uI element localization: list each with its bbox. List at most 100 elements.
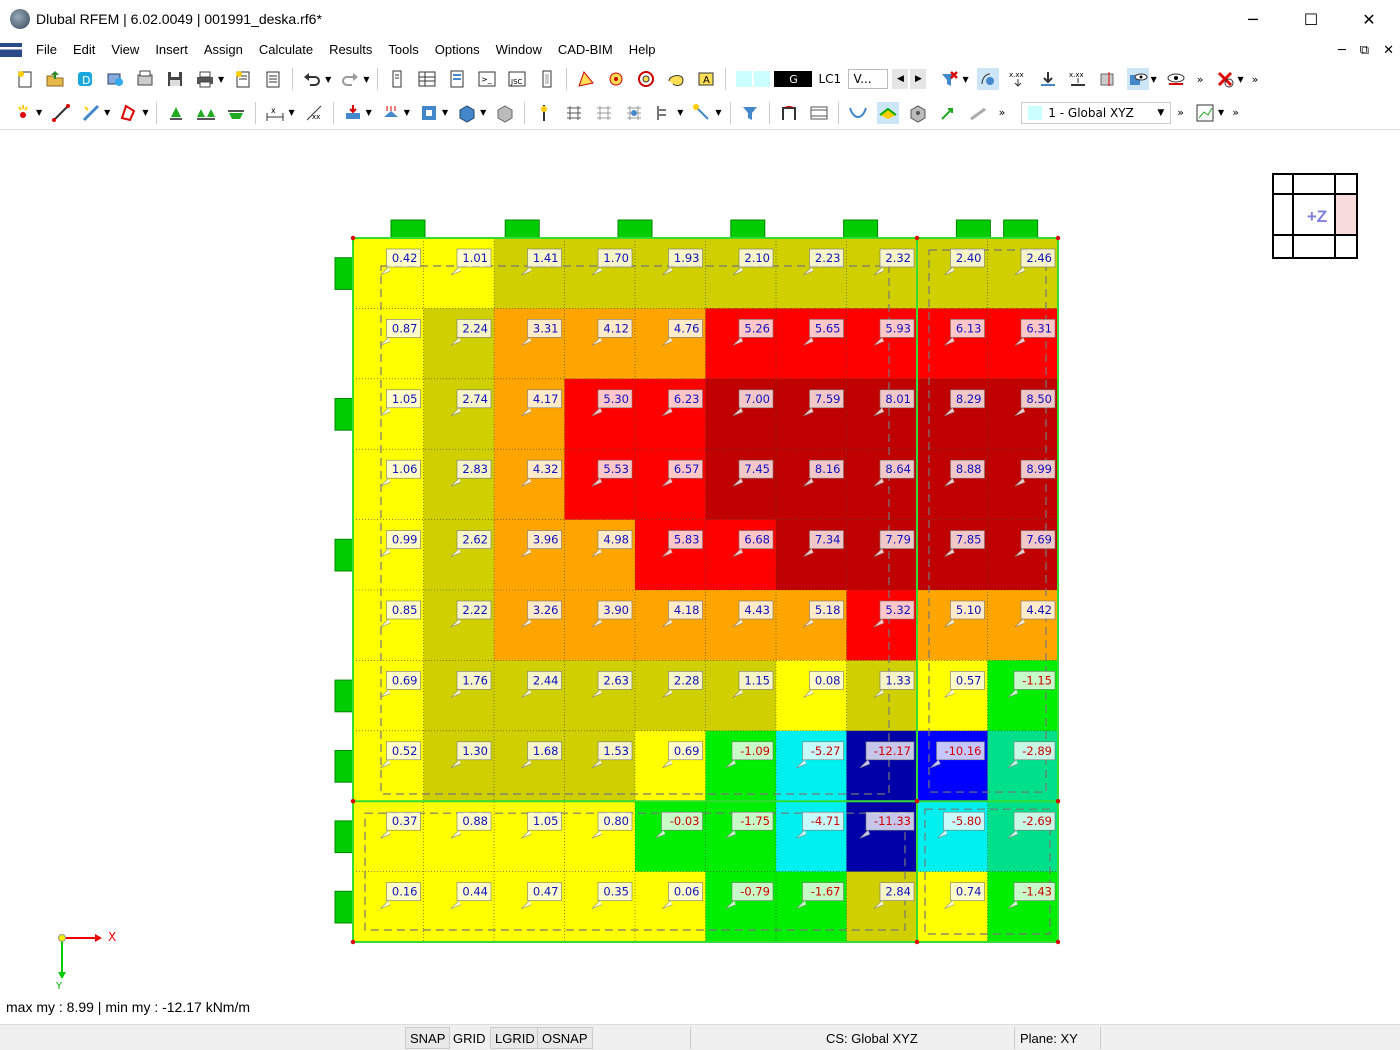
menu-help[interactable]: Help (621, 38, 664, 62)
surface-support-icon[interactable] (225, 102, 247, 124)
guide-object-icon[interactable] (533, 102, 555, 124)
close-button[interactable]: ✕ (1340, 0, 1398, 38)
load-case-combo[interactable]: V... (848, 69, 889, 89)
save-icon[interactable] (164, 68, 186, 90)
new-member-icon[interactable] (80, 102, 102, 124)
show-results-icon[interactable] (976, 68, 999, 90)
snap-toggle[interactable]: SNAP (405, 1027, 451, 1049)
result-values-icon[interactable]: x.xx (1007, 68, 1029, 90)
load-case-name[interactable]: LC1 (818, 72, 848, 86)
results-dropdown-icon[interactable]: ▼ (962, 75, 968, 84)
menu-calculate[interactable]: Calculate (251, 38, 321, 62)
opening-icon[interactable] (418, 102, 440, 124)
member-load-dropdown-icon[interactable]: ▼ (404, 108, 410, 117)
menu-options[interactable]: Options (427, 38, 488, 62)
lgrid-toggle[interactable]: LGRID (490, 1027, 540, 1049)
osnap-toggle[interactable]: OSNAP (537, 1027, 593, 1049)
clear-results-dropdown-icon[interactable]: ▼ (1238, 75, 1244, 84)
menu-view[interactable]: View (103, 38, 147, 62)
surface-results-icon[interactable] (876, 101, 899, 124)
filter-icon[interactable] (739, 102, 761, 124)
report-icon[interactable] (262, 68, 284, 90)
reaction-values-icon[interactable]: x.xx (1067, 68, 1089, 90)
print-report-icon[interactable] (232, 68, 254, 90)
panel-icon[interactable] (536, 68, 558, 90)
print-icon[interactable] (194, 68, 216, 90)
redo-icon[interactable] (339, 68, 361, 90)
select-circle-icon[interactable] (605, 68, 627, 90)
undo-dropdown-icon[interactable]: ▼ (325, 75, 331, 84)
open-icon[interactable] (44, 68, 66, 90)
tree-icon[interactable] (653, 102, 675, 124)
graph-dropdown-icon[interactable]: ▼ (1218, 108, 1224, 117)
undo-icon[interactable] (301, 68, 323, 90)
member-dropdown-icon[interactable]: ▼ (104, 108, 110, 117)
menu-tools[interactable]: Tools (380, 38, 426, 62)
doc-restore-button[interactable]: ⧉ (1360, 43, 1369, 58)
script-icon[interactable]: JSC (506, 68, 528, 90)
maximize-button[interactable]: ☐ (1282, 0, 1340, 38)
object-snap-icon[interactable] (691, 102, 713, 124)
polyline-dropdown-icon[interactable]: ▼ (142, 108, 148, 117)
solid-icon[interactable] (456, 102, 478, 124)
minimize-button[interactable]: ─ (1224, 0, 1282, 38)
member-load-icon[interactable] (380, 102, 402, 124)
result-diagram-icon[interactable] (967, 102, 989, 124)
line-support-icon[interactable] (195, 102, 217, 124)
nodal-support-icon[interactable] (165, 102, 187, 124)
select-freehand-icon[interactable] (665, 68, 687, 90)
tables-icon[interactable] (416, 68, 438, 90)
view-display-icon[interactable] (1126, 68, 1149, 90)
menu-results[interactable]: Results (321, 38, 380, 62)
menu-assign[interactable]: Assign (196, 38, 251, 62)
grid-toggle[interactable]: GRID (453, 1027, 486, 1049)
model-viewport[interactable]: 0.42 1.01 1.41 1.70 1.93 2.10 2.23 2.32 2.40 2.46… (0, 131, 1400, 1022)
block-icon[interactable] (494, 102, 516, 124)
toolbar2-overflow-2-icon[interactable]: » (1177, 106, 1184, 119)
print-dropdown-icon[interactable]: ▼ (218, 75, 224, 84)
grid-icon[interactable] (563, 102, 585, 124)
menu-file[interactable]: File (28, 38, 65, 62)
grid-2-icon[interactable] (593, 102, 615, 124)
visibility-icon[interactable] (1165, 68, 1187, 90)
dlubal-center-icon[interactable]: D (74, 68, 96, 90)
select-polygon-icon[interactable] (575, 68, 597, 90)
properties-icon[interactable] (446, 68, 468, 90)
menu-edit[interactable]: Edit (65, 38, 103, 62)
grid-3-icon[interactable] (623, 102, 645, 124)
snap-dropdown-icon[interactable]: ▼ (715, 108, 721, 117)
support-reactions-icon[interactable] (1037, 68, 1059, 90)
frame-icon[interactable] (778, 102, 800, 124)
doc-minimize-button[interactable]: ─ (1338, 43, 1346, 58)
deformation-icon[interactable] (847, 102, 869, 124)
previous-load-case-button[interactable]: ◀ (892, 69, 909, 89)
section-cut-icon[interactable] (1097, 68, 1119, 90)
select-ring-icon[interactable] (635, 68, 657, 90)
solid-results-icon[interactable] (907, 102, 929, 124)
navigator-icon[interactable] (386, 68, 408, 90)
new-polyline-icon[interactable] (118, 102, 140, 124)
coordinate-dimension-icon[interactable]: xx (303, 102, 325, 124)
solid-dropdown-icon[interactable]: ▼ (480, 108, 486, 117)
load-dropdown-icon[interactable]: ▼ (366, 108, 372, 117)
graph-window-icon[interactable] (1194, 102, 1216, 124)
nodal-load-icon[interactable] (342, 102, 364, 124)
redo-dropdown-icon[interactable]: ▼ (363, 75, 369, 84)
clear-results-icon[interactable] (1214, 68, 1236, 90)
results-off-icon[interactable] (938, 68, 960, 90)
doc-close-button[interactable]: ✕ (1383, 43, 1394, 58)
toolbar-overflow-icon[interactable]: » (1197, 73, 1204, 86)
film-icon[interactable] (808, 102, 830, 124)
menu-window[interactable]: Window (488, 38, 550, 62)
tree-dropdown-icon[interactable]: ▼ (677, 108, 683, 117)
plate-results-drawing[interactable]: 0.42 1.01 1.41 1.70 1.93 2.10 2.23 2.32 2.40 2.46… (0, 131, 1400, 1022)
new-node-icon[interactable] (12, 102, 34, 124)
menu-cad-bim[interactable]: CAD-BIM (550, 38, 621, 62)
toolbar2-overflow-icon[interactable]: » (999, 106, 1006, 119)
node-dropdown-icon[interactable]: ▼ (36, 108, 42, 117)
opening-dropdown-icon[interactable]: ▼ (442, 108, 448, 117)
coordinate-system-select[interactable]: 1 - Global XYZ ▼ (1021, 101, 1172, 124)
view-display-dropdown-icon[interactable]: ▼ (1151, 75, 1157, 84)
new-model-icon[interactable] (14, 68, 36, 90)
new-line-icon[interactable] (50, 102, 72, 124)
